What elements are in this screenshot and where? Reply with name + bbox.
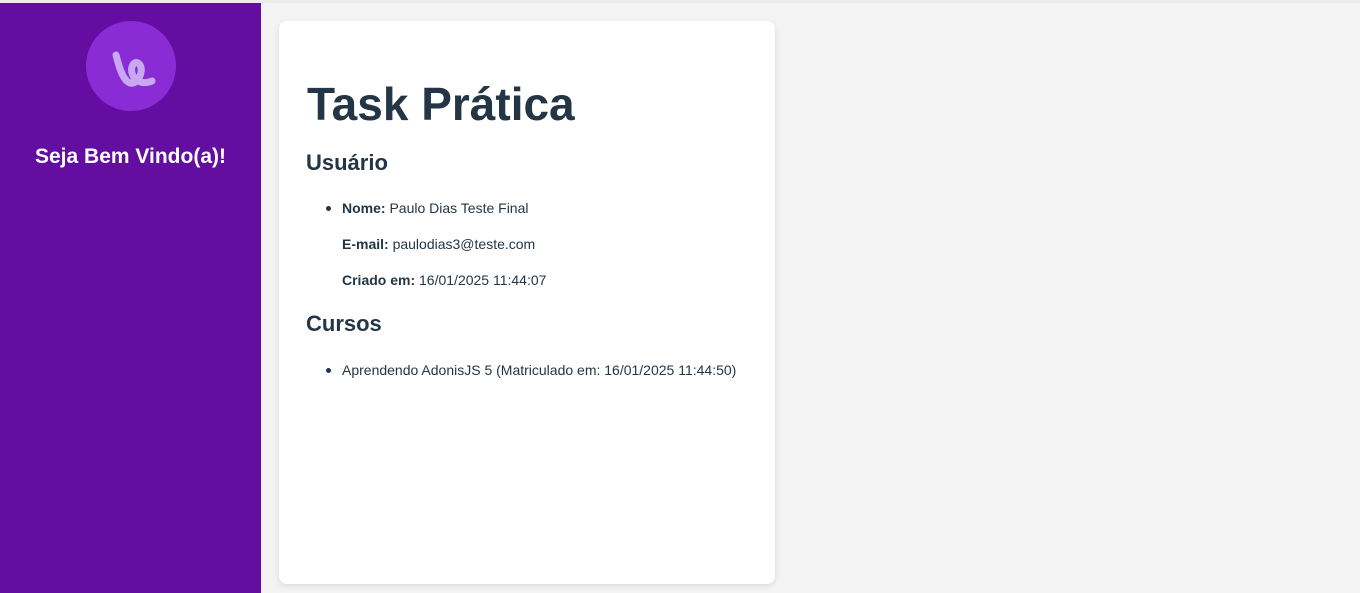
sidebar: Seja Bem Vindo(a)! <box>0 3 261 593</box>
name-value: Paulo Dias Teste Final <box>389 200 529 216</box>
content-card: Task Prática Usuário Nome: Paulo Dias Te… <box>279 21 775 584</box>
user-name-field: Nome: Paulo Dias Teste Final <box>342 199 529 217</box>
user-section-heading: Usuário <box>306 150 388 175</box>
courses-section-heading: Cursos <box>306 311 382 336</box>
email-label: E-mail: <box>342 236 389 252</box>
welcome-message: Seja Bem Vindo(a)! <box>35 145 226 168</box>
user-email-field: E-mail: paulodias3@teste.com <box>342 235 535 253</box>
list-bullet <box>326 206 331 211</box>
name-label: Nome: <box>342 200 386 216</box>
created-value: 16/01/2025 11:44:07 <box>419 272 547 288</box>
email-value: paulodias3@teste.com <box>392 236 536 252</box>
user-created-field: Criado em: 16/01/2025 11:44:07 <box>342 271 546 289</box>
v-logo-icon <box>86 21 176 111</box>
course-list-item: Aprendendo AdonisJS 5 (Matriculado em: 1… <box>342 362 737 378</box>
page-title: Task Prática <box>307 78 575 130</box>
list-bullet <box>326 368 331 373</box>
created-label: Criado em: <box>342 272 416 288</box>
